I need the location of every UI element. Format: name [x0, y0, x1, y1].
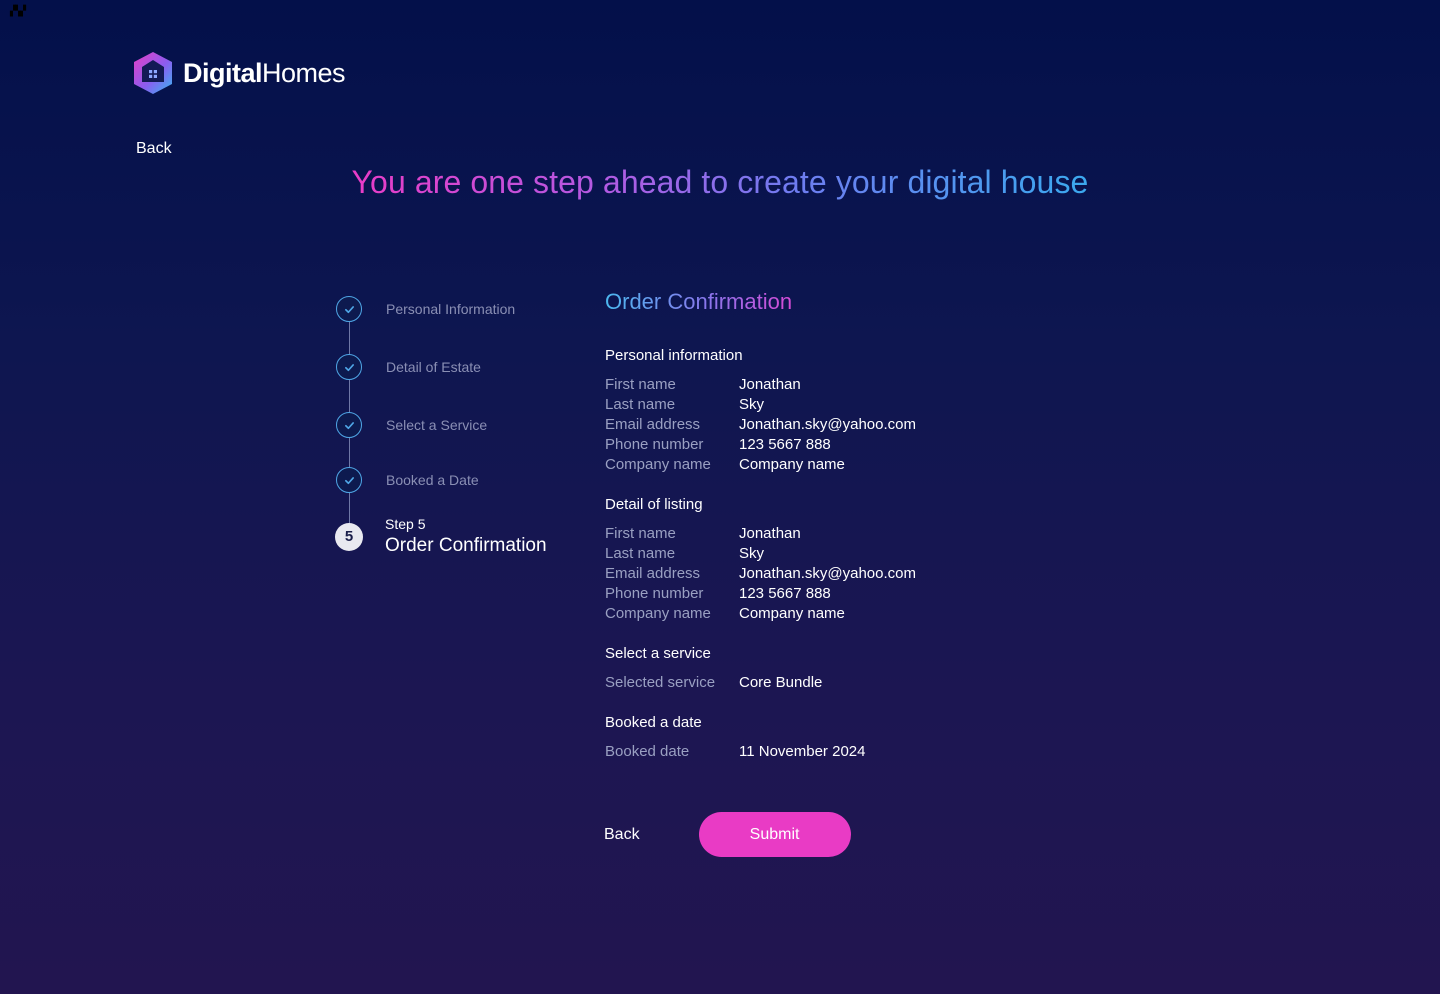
- detail-value: Sky: [739, 545, 765, 562]
- detail-value: Core Bundle: [739, 674, 823, 691]
- top-back-link[interactable]: Back: [136, 140, 172, 158]
- detail-value: Jonathan: [739, 376, 801, 393]
- section-heading: Detail of listing: [605, 496, 703, 513]
- detail-row-company: Company name Company name: [605, 455, 916, 475]
- detail-label: First name: [605, 525, 676, 542]
- section-heading: Booked a date: [605, 714, 702, 731]
- brand-name-light: Homes: [262, 58, 346, 88]
- step-select-a-service[interactable]: Select a Service: [336, 412, 487, 438]
- detail-label: Last name: [605, 545, 676, 562]
- detail-label: Company name: [605, 605, 711, 622]
- step-booked-a-date[interactable]: Booked a Date: [336, 467, 479, 493]
- step-label: Select a Service: [386, 417, 488, 433]
- detail-label: Last name: [605, 396, 676, 413]
- detail-label: Email address: [605, 416, 701, 433]
- detail-label: Phone number: [605, 436, 704, 453]
- summary-title: Order Confirmation: [605, 286, 792, 318]
- detail-value: Company name: [739, 605, 845, 622]
- back-button[interactable]: Back: [604, 826, 640, 844]
- detail-value: Company name: [739, 456, 845, 473]
- detail-row-first-name: First name Jonathan: [605, 375, 916, 395]
- step-complete-check-icon: [336, 296, 362, 322]
- step-complete-check-icon: [336, 467, 362, 493]
- current-step-text: Step 5 Order Confirmation: [385, 516, 547, 557]
- page-headline: You are one step ahead to create your di…: [0, 164, 1440, 201]
- section-heading: Select a service: [605, 645, 711, 662]
- detail-value: Sky: [739, 396, 765, 413]
- detail-label: Booked date: [605, 743, 690, 760]
- order-summary: Order Confirmation Personal information …: [605, 286, 1125, 760]
- brand-name: DigitalHomes: [183, 50, 346, 96]
- detail-label: Company name: [605, 456, 711, 473]
- current-step-title: Order Confirmation: [385, 535, 547, 556]
- corner-glyph-icon: ▞▚▞: [10, 6, 26, 17]
- step-complete-check-icon: [336, 412, 362, 438]
- current-step-caption: Step 5: [385, 516, 426, 532]
- detail-value: 123 5667 888: [739, 585, 831, 602]
- brand-logo[interactable]: DigitalHomes: [130, 50, 346, 96]
- step-personal-information[interactable]: Personal Information: [336, 296, 515, 322]
- step-label: Detail of Estate: [386, 359, 481, 375]
- progress-stepper: Personal Information Detail of Estate Se…: [335, 296, 576, 566]
- step-label: Booked a Date: [386, 472, 479, 488]
- section-select-a-service: Select a service Selected service Core Bu…: [605, 644, 822, 693]
- step-label: Personal Information: [386, 301, 516, 317]
- step-number-badge: 5: [335, 522, 363, 551]
- house-logo-icon: [134, 52, 172, 94]
- brand-name-bold: Digital: [183, 58, 263, 88]
- detail-row-phone: Phone number 123 5667 888: [605, 435, 916, 455]
- detail-value: Jonathan: [739, 525, 801, 542]
- detail-row-last-name: Last name Sky: [605, 395, 916, 415]
- detail-row-first-name: First name Jonathan: [605, 524, 916, 544]
- step-complete-check-icon: [336, 354, 362, 380]
- step-detail-of-estate[interactable]: Detail of Estate: [336, 354, 481, 380]
- detail-row-company: Company name Company name: [605, 604, 916, 624]
- detail-value: 11 November 2024: [739, 743, 866, 760]
- detail-row-last-name: Last name Sky: [605, 544, 916, 564]
- page-headline-text: You are one step ahead to create your di…: [351, 164, 1089, 200]
- section-detail-of-listing: Detail of listing First name Jonathan Las…: [605, 495, 916, 624]
- detail-row-phone: Phone number 123 5667 888: [605, 584, 916, 604]
- submit-button[interactable]: Submit: [698, 812, 851, 857]
- detail-label: Email address: [605, 565, 701, 582]
- detail-value: Jonathan.sky@yahoo.com: [739, 565, 916, 582]
- detail-row-email: Email address Jonathan.sky@yahoo.com: [605, 415, 916, 435]
- detail-label: Phone number: [605, 585, 704, 602]
- step-order-confirmation-current: 5 Step 5 Order Confirmation: [335, 516, 547, 557]
- section-booked-a-date: Booked a date Booked date 11 November 202…: [605, 713, 865, 762]
- detail-label: First name: [605, 376, 676, 393]
- detail-label: Selected service: [605, 674, 716, 691]
- form-actions: Back Submit: [604, 812, 851, 857]
- section-heading: Personal information: [605, 347, 743, 364]
- detail-row-booked-date: Booked date 11 November 2024: [605, 742, 865, 762]
- detail-row-email: Email address Jonathan.sky@yahoo.com: [605, 564, 916, 584]
- detail-row-selected-service: Selected service Core Bundle: [605, 673, 822, 693]
- section-personal-information: Personal information First name Jonathan …: [605, 346, 916, 475]
- detail-value: 123 5667 888: [739, 436, 831, 453]
- detail-value: Jonathan.sky@yahoo.com: [739, 416, 916, 433]
